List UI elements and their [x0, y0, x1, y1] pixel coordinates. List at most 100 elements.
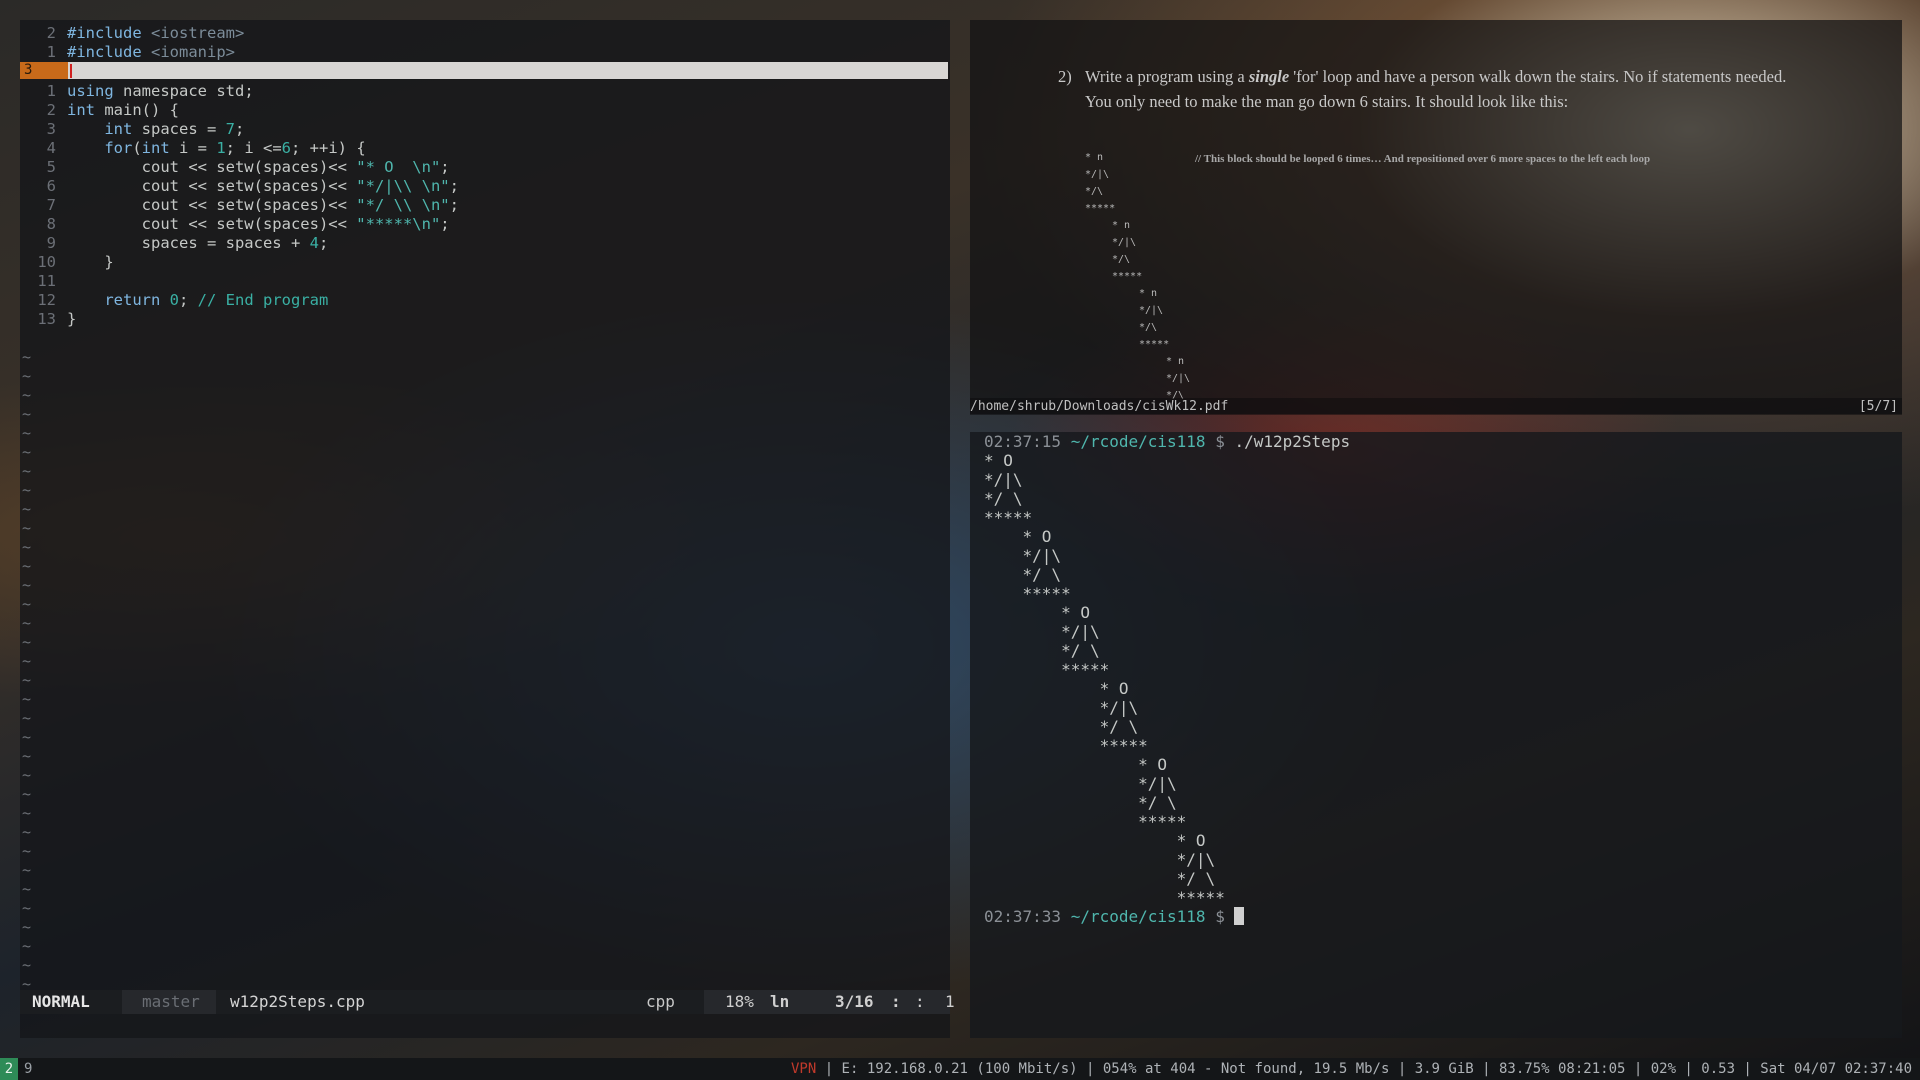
vim-statusline: NORMAL master w12p2Steps.cpp cpp 18% ln …	[20, 990, 955, 1014]
empty-line-tilde: ~	[22, 956, 32, 974]
code-line[interactable]: 9 spaces = spaces + 4;	[20, 234, 329, 253]
line-number: 5	[46, 158, 56, 176]
ln-label: ln	[770, 992, 790, 1011]
code-line[interactable]: 3 int spaces = 7;	[20, 120, 245, 139]
line-number: 6	[46, 177, 56, 195]
empty-line-tilde: ~	[22, 500, 32, 518]
system-info: VPN | E: 192.168.0.21 (100 Mbit/s) | 054…	[790, 1061, 1912, 1077]
terminal-output-line: * O	[984, 679, 1129, 698]
code-line[interactable]: 13}	[20, 310, 76, 329]
vim-editor-pane[interactable]: 2 #include <iostream> 1 #include <iomanip> 1…	[20, 20, 955, 1038]
vpn-status: VPN	[790, 1061, 817, 1077]
code-line[interactable]: 7 cout << setw(spaces)<< "*/ \\ \n";	[20, 196, 459, 215]
line-number: 3	[46, 120, 56, 138]
system-status-bar: 2 9 VPN | E: 192.168.0.21 (100 Mbit/s) |…	[0, 1058, 1920, 1080]
empty-line-tilde: ~	[22, 766, 32, 784]
code-line[interactable]: 5 cout << setw(spaces)<< "* O \n";	[20, 158, 450, 177]
terminal-output-line: * O	[984, 831, 1206, 850]
terminal-output-line: */ \	[984, 793, 1177, 812]
line-number: 7	[46, 196, 56, 214]
empty-line-tilde: ~	[22, 386, 32, 404]
empty-line-tilde: ~	[22, 823, 32, 841]
empty-line-tilde: ~	[22, 614, 32, 632]
terminal-pane[interactable]: 02:37:15 ~/rcode/cis118 $ ./w12p2Steps *…	[970, 432, 1902, 1038]
pdf-viewer-pane[interactable]: 2) Write a program using a single 'for' …	[970, 20, 1902, 415]
figure-line: *****	[1139, 339, 1170, 350]
empty-line-tilde: ~	[22, 804, 32, 822]
terminal-cursor	[1234, 907, 1245, 925]
code-line[interactable]: 11	[20, 272, 56, 291]
text-cursor	[70, 64, 72, 78]
empty-line-tilde: ~	[22, 880, 32, 898]
code-line[interactable]: 2 int main() {	[20, 101, 179, 120]
terminal-output-line: */ \	[984, 641, 1100, 660]
empty-line-tilde: ~	[22, 424, 32, 442]
terminal-output-line: *****	[984, 660, 1110, 679]
line-number: 13	[37, 310, 56, 328]
empty-line-tilde: ~	[22, 918, 32, 936]
code-line[interactable]: 1 #include <iomanip>	[20, 43, 235, 62]
figure-comment: // This block should be looped 6 times… …	[1195, 153, 1651, 165]
empty-line-tilde: ~	[22, 462, 32, 480]
workspace-9[interactable]: 9	[24, 1058, 32, 1080]
line-number: 12	[37, 291, 56, 309]
terminal-active-prompt[interactable]: 02:37:33 ~/rcode/cis118 $	[984, 907, 1245, 926]
terminal-output-line: */|\	[984, 850, 1216, 869]
cursor-line-number: 3	[20, 62, 68, 79]
terminal-output-line: * O	[984, 451, 1013, 470]
empty-line-tilde: ~	[22, 728, 32, 746]
terminal-output-line: */|\	[984, 622, 1100, 641]
code-line[interactable]: 12 return 0; // End program	[20, 291, 328, 310]
figure-line: */\	[1139, 322, 1158, 333]
code-line[interactable]: 2 #include <iostream>	[20, 24, 245, 43]
terminal-output-line: */ \	[984, 489, 1023, 508]
mode-indicator: NORMAL	[32, 992, 90, 1011]
terminal-output-line: *****	[984, 888, 1225, 907]
terminal-output-line: */|\	[984, 774, 1177, 793]
terminal-output-line: *****	[984, 812, 1187, 831]
empty-line-tilde: ~	[22, 538, 32, 556]
question-line-1: Write a program using a single 'for' loo…	[1085, 67, 1787, 86]
empty-line-tilde: ~	[22, 367, 32, 385]
figure-line: */|\	[1085, 169, 1110, 180]
empty-line-tilde: ~	[22, 671, 32, 689]
figure-line: *****	[1085, 203, 1116, 214]
line-number: 1	[46, 82, 56, 100]
cursor-position: 3/16	[835, 992, 874, 1011]
question-number: 2)	[1058, 67, 1072, 86]
code-line[interactable]: 10 }	[20, 253, 113, 272]
line-number: 9	[46, 234, 56, 252]
figure-line: */\	[1112, 254, 1131, 265]
line-number: 1	[46, 43, 56, 61]
empty-line-tilde: ~	[22, 519, 32, 537]
figure-line: * n	[1112, 220, 1131, 231]
pdf-file-path: /home/shrub/Downloads/cisWk12.pdf	[970, 399, 1229, 414]
terminal-output-line: */ \	[984, 565, 1062, 584]
empty-line-tilde: ~	[22, 576, 32, 594]
figure-line: * n	[1166, 356, 1185, 367]
code-line[interactable]: 1 using namespace std;	[20, 82, 254, 101]
empty-line-tilde: ~	[22, 709, 32, 727]
empty-line-tilde: ~	[22, 842, 32, 860]
line-number: 2	[46, 24, 56, 42]
code-line[interactable]: 8 cout << setw(spaces)<< "*****\n";	[20, 215, 450, 234]
line-number: 4	[46, 139, 56, 157]
workspace-2[interactable]: 2	[0, 1058, 18, 1080]
empty-line-tilde: ~	[22, 937, 32, 955]
terminal-output-line: */ \	[984, 717, 1139, 736]
pdf-page-indicator: [5/7]	[1858, 399, 1898, 414]
terminal-output-line: */|\	[984, 470, 1023, 489]
empty-line-tilde: ~	[22, 633, 32, 651]
figure-line: *****	[1112, 271, 1143, 282]
line-number: 8	[46, 215, 56, 233]
terminal-output-line: */|\	[984, 698, 1139, 717]
terminal-output-line: *****	[984, 584, 1071, 603]
empty-line-tilde: ~	[22, 785, 32, 803]
empty-line-tilde: ~	[22, 899, 32, 917]
code-line[interactable]: 4 for(int i = 1; i <=6; ++i) {	[20, 139, 366, 158]
line-number: 10	[37, 253, 56, 271]
code-line[interactable]: 6 cout << setw(spaces)<< "*/|\\ \n";	[20, 177, 459, 196]
figure-line: */\	[1085, 186, 1104, 197]
figure-line: */|\	[1139, 305, 1164, 316]
question-line-2: You only need to make the man go down 6 …	[1085, 92, 1569, 111]
